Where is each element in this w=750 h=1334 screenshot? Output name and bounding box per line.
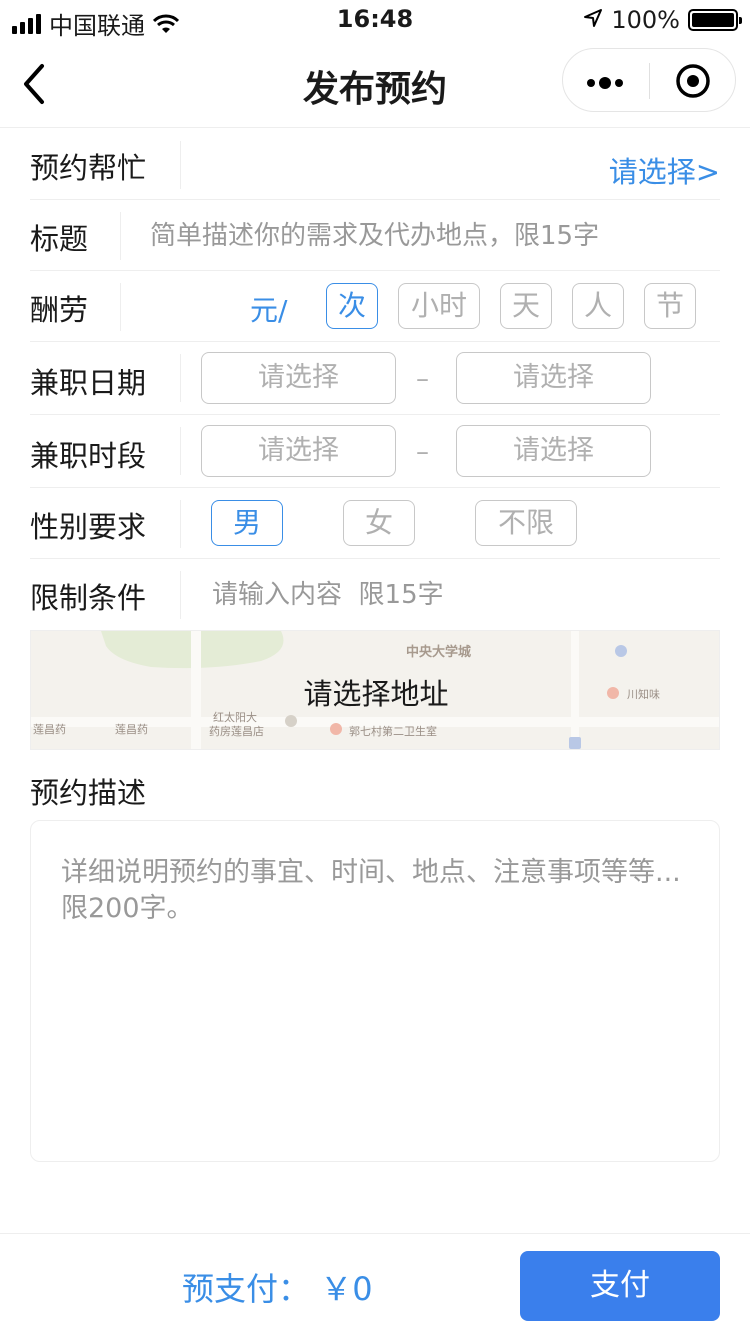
target-icon xyxy=(676,64,710,98)
reward-option-per-day[interactable]: 天 xyxy=(500,283,552,329)
gender-option-male[interactable]: 男 xyxy=(211,500,283,546)
title-row: 标题 xyxy=(30,200,720,271)
gender-row: 性别要求 男 女 不限 xyxy=(30,488,720,559)
more-dot-icon xyxy=(599,77,611,89)
reward-option-per-hour[interactable]: 小时 xyxy=(398,283,480,329)
condition-input[interactable] xyxy=(212,573,712,617)
reward-label: 酬劳 xyxy=(30,293,89,327)
date-end-picker[interactable]: 请选择 xyxy=(456,352,651,404)
prepay-info: 预支付： ￥0 xyxy=(182,1264,373,1310)
battery-percent: 100% xyxy=(611,6,680,34)
reward-option-per-person[interactable]: 人 xyxy=(572,283,624,329)
help-select-link[interactable]: 请选择> xyxy=(609,149,720,191)
prepay-amount: ￥0 xyxy=(320,1270,373,1308)
capsule-divider xyxy=(649,63,650,99)
help-row: 预约帮忙 请选择> xyxy=(30,129,720,200)
reward-option-per-time[interactable]: 次 xyxy=(326,283,378,329)
close-mini-program-button[interactable] xyxy=(675,63,711,103)
prepay-label: 预支付： xyxy=(182,1270,311,1308)
row-divider xyxy=(180,571,181,619)
row-divider xyxy=(120,283,121,331)
time-label: 兼职时段 xyxy=(30,439,147,473)
row-divider xyxy=(180,354,181,402)
row-divider xyxy=(180,427,181,475)
time-end-picker[interactable]: 请选择 xyxy=(456,425,651,477)
gender-option-female[interactable]: 女 xyxy=(343,500,415,546)
time-row: 兼职时段 请选择 – 请选择 xyxy=(30,415,720,488)
row-divider xyxy=(120,212,121,260)
gender-label: 性别要求 xyxy=(30,510,147,544)
address-map[interactable]: 中央大学城 川知味 红太阳大 药房莲昌店 郭七村第二卫生室 莲昌药 莲昌药 请选… xyxy=(30,630,720,750)
condition-row: 限制条件 xyxy=(30,559,720,630)
condition-label: 限制条件 xyxy=(30,581,147,615)
nav-bar: 发布预约 xyxy=(0,40,750,128)
pay-button[interactable]: 支付 xyxy=(520,1251,720,1321)
time-separator: – xyxy=(416,437,429,467)
location-arrow-icon xyxy=(583,6,603,34)
battery-icon xyxy=(688,9,742,31)
date-separator: – xyxy=(416,364,429,394)
date-label: 兼职日期 xyxy=(30,366,147,400)
date-row: 兼职日期 请选择 – 请选择 xyxy=(30,342,720,415)
row-divider xyxy=(180,500,181,548)
title-label: 标题 xyxy=(30,222,89,256)
map-poi-label: 莲昌药 xyxy=(115,723,148,736)
mini-program-capsule xyxy=(562,48,736,112)
description-title: 预约描述 xyxy=(30,776,147,810)
row-divider xyxy=(180,141,181,189)
reward-unit: 元/ xyxy=(250,294,288,327)
reward-row: 酬劳 元/ 次 小时 天 人 节 xyxy=(30,271,720,342)
title-input[interactable] xyxy=(150,214,710,258)
description-textarea[interactable] xyxy=(61,855,689,1127)
map-poi-label: 中央大学城 xyxy=(406,645,472,660)
more-dot-icon xyxy=(587,79,595,87)
date-start-picker[interactable]: 请选择 xyxy=(201,352,396,404)
help-label: 预约帮忙 xyxy=(30,151,147,185)
gender-option-any[interactable]: 不限 xyxy=(475,500,577,546)
map-poi-label: 莲昌药 xyxy=(33,723,66,736)
description-box xyxy=(30,820,720,1162)
status-right: 100% xyxy=(583,6,742,34)
select-address-label: 请选择地址 xyxy=(303,677,449,711)
more-menu-button[interactable] xyxy=(587,77,623,89)
time-start-picker[interactable]: 请选择 xyxy=(201,425,396,477)
reward-option-per-session[interactable]: 节 xyxy=(644,283,696,329)
map-poi-label: 郭七村第二卫生室 xyxy=(349,725,437,738)
bottom-bar: 预支付： ￥0 支付 xyxy=(0,1233,750,1334)
more-dot-icon xyxy=(615,79,623,87)
map-poi-label: 药房莲昌店 xyxy=(209,725,264,738)
status-bar: 中国联通 16:48 100% xyxy=(0,0,750,40)
